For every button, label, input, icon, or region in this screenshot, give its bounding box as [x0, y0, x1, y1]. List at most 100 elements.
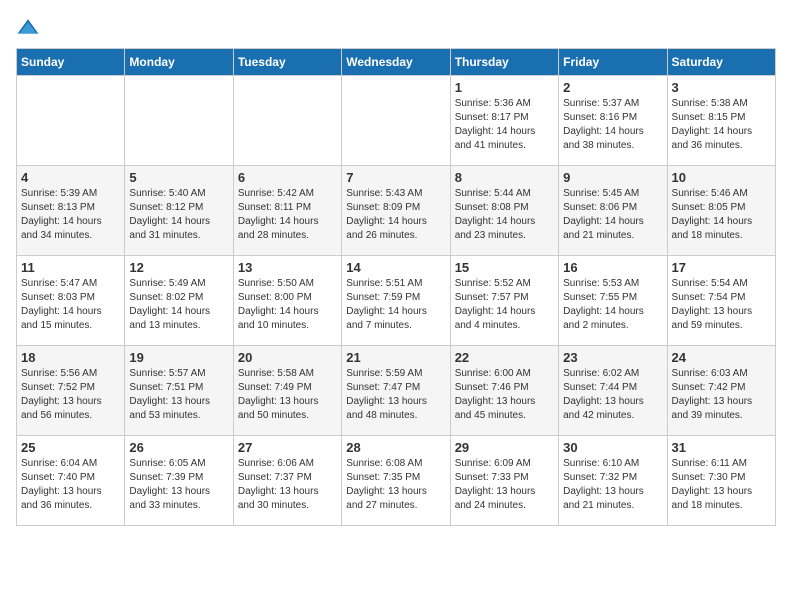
day-info: Sunrise: 6:06 AMSunset: 7:37 PMDaylight:… — [238, 457, 337, 513]
day-number: 17 — [672, 260, 771, 275]
day-info: Sunrise: 6:05 AMSunset: 7:39 PMDaylight:… — [129, 457, 228, 513]
day-number: 1 — [455, 80, 554, 95]
weekday-header-wednesday: Wednesday — [342, 49, 450, 76]
day-info: Sunrise: 5:50 AMSunset: 8:00 PMDaylight:… — [238, 277, 337, 333]
week-row-1: 1Sunrise: 5:36 AMSunset: 8:17 PMDaylight… — [17, 76, 776, 166]
day-cell: 29 Sunrise: 6:09 AMSunset: 7:33 PMDayligh… — [450, 436, 558, 526]
day-cell: 23Sunrise: 6:02 AMSunset: 7:44 PMDayligh… — [559, 346, 667, 436]
weekday-header-friday: Friday — [559, 49, 667, 76]
day-info: Sunrise: 5:44 AMSunset: 8:08 PMDaylight:… — [455, 187, 554, 243]
day-number: 14 — [346, 260, 445, 275]
day-info: Sunrise: 5:56 AMSunset: 7:52 PMDaylight:… — [21, 367, 120, 423]
day-number: 25 — [21, 440, 120, 455]
weekday-header-sunday: Sunday — [17, 49, 125, 76]
day-cell: 27 Sunrise: 6:06 AMSunset: 7:37 PMDayligh… — [233, 436, 341, 526]
day-number: 20 — [238, 350, 337, 365]
day-number: 30 — [563, 440, 662, 455]
day-cell — [233, 76, 341, 166]
day-info: Sunrise: 5:45 AMSunset: 8:06 PMDaylight:… — [563, 187, 662, 243]
day-info: Sunrise: 5:59 AMSunset: 7:47 PMDaylight:… — [346, 367, 445, 423]
day-number: 15 — [455, 260, 554, 275]
day-cell — [17, 76, 125, 166]
day-cell: 3 Sunrise: 5:38 AMSunset: 8:15 PMDaylight… — [667, 76, 775, 166]
day-info: Sunrise: 5:57 AMSunset: 7:51 PMDaylight:… — [129, 367, 228, 423]
day-cell: 28Sunrise: 6:08 AMSunset: 7:35 PMDayligh… — [342, 436, 450, 526]
weekday-header-tuesday: Tuesday — [233, 49, 341, 76]
calendar-header-row: SundayMondayTuesdayWednesdayThursdayFrid… — [17, 49, 776, 76]
day-cell: 4 Sunrise: 5:39 AMSunset: 8:13 PMDaylight… — [17, 166, 125, 256]
day-cell: 21 Sunrise: 5:59 AMSunset: 7:47 PMDayligh… — [342, 346, 450, 436]
day-cell: 19 Sunrise: 5:57 AMSunset: 7:51 PMDayligh… — [125, 346, 233, 436]
weekday-header-saturday: Saturday — [667, 49, 775, 76]
day-number: 10 — [672, 170, 771, 185]
day-cell: 1Sunrise: 5:36 AMSunset: 8:17 PMDaylight… — [450, 76, 558, 166]
day-cell: 15 Sunrise: 5:52 AMSunset: 7:57 PMDayligh… — [450, 256, 558, 346]
day-number: 19 — [129, 350, 228, 365]
week-row-2: 4 Sunrise: 5:39 AMSunset: 8:13 PMDaylight… — [17, 166, 776, 256]
day-info: Sunrise: 5:49 AMSunset: 8:02 PMDaylight:… — [129, 277, 228, 333]
day-cell — [125, 76, 233, 166]
day-cell: 22 Sunrise: 6:00 AMSunset: 7:46 PMDayligh… — [450, 346, 558, 436]
day-info: Sunrise: 5:42 AMSunset: 8:11 PMDaylight:… — [238, 187, 337, 243]
weekday-header-thursday: Thursday — [450, 49, 558, 76]
day-info: Sunrise: 5:58 AMSunset: 7:49 PMDaylight:… — [238, 367, 337, 423]
day-cell: 7 Sunrise: 5:43 AMSunset: 8:09 PMDaylight… — [342, 166, 450, 256]
day-cell: 13Sunrise: 5:50 AMSunset: 8:00 PMDayligh… — [233, 256, 341, 346]
day-cell: 25Sunrise: 6:04 AMSunset: 7:40 PMDayligh… — [17, 436, 125, 526]
day-info: Sunrise: 5:39 AMSunset: 8:13 PMDaylight:… — [21, 187, 120, 243]
day-number: 3 — [672, 80, 771, 95]
day-info: Sunrise: 6:00 AMSunset: 7:46 PMDaylight:… — [455, 367, 554, 423]
day-number: 7 — [346, 170, 445, 185]
day-cell: 31Sunrise: 6:11 AMSunset: 7:30 PMDayligh… — [667, 436, 775, 526]
day-cell: 18 Sunrise: 5:56 AMSunset: 7:52 PMDayligh… — [17, 346, 125, 436]
day-cell: 12 Sunrise: 5:49 AMSunset: 8:02 PMDayligh… — [125, 256, 233, 346]
logo-icon — [16, 16, 40, 40]
day-info: Sunrise: 6:10 AMSunset: 7:32 PMDaylight:… — [563, 457, 662, 513]
day-number: 21 — [346, 350, 445, 365]
day-number: 6 — [238, 170, 337, 185]
day-info: Sunrise: 5:43 AMSunset: 8:09 PMDaylight:… — [346, 187, 445, 243]
day-number: 26 — [129, 440, 228, 455]
day-cell — [342, 76, 450, 166]
day-info: Sunrise: 5:40 AMSunset: 8:12 PMDaylight:… — [129, 187, 228, 243]
day-number: 12 — [129, 260, 228, 275]
day-cell: 2Sunrise: 5:37 AMSunset: 8:16 PMDaylight… — [559, 76, 667, 166]
day-cell: 20 Sunrise: 5:58 AMSunset: 7:49 PMDayligh… — [233, 346, 341, 436]
day-number: 29 — [455, 440, 554, 455]
day-number: 18 — [21, 350, 120, 365]
day-info: Sunrise: 6:11 AMSunset: 7:30 PMDaylight:… — [672, 457, 771, 513]
day-cell: 16Sunrise: 5:53 AMSunset: 7:55 PMDayligh… — [559, 256, 667, 346]
day-info: Sunrise: 5:51 AMSunset: 7:59 PMDaylight:… — [346, 277, 445, 333]
day-number: 2 — [563, 80, 662, 95]
day-info: Sunrise: 5:52 AMSunset: 7:57 PMDaylight:… — [455, 277, 554, 333]
week-row-5: 25Sunrise: 6:04 AMSunset: 7:40 PMDayligh… — [17, 436, 776, 526]
logo — [16, 16, 44, 40]
day-info: Sunrise: 5:54 AMSunset: 7:54 PMDaylight:… — [672, 277, 771, 333]
day-cell: 17 Sunrise: 5:54 AMSunset: 7:54 PMDayligh… — [667, 256, 775, 346]
day-info: Sunrise: 6:09 AMSunset: 7:33 PMDaylight:… — [455, 457, 554, 513]
day-info: Sunrise: 6:03 AMSunset: 7:42 PMDaylight:… — [672, 367, 771, 423]
day-cell: 8 Sunrise: 5:44 AMSunset: 8:08 PMDaylight… — [450, 166, 558, 256]
day-number: 5 — [129, 170, 228, 185]
day-cell: 5 Sunrise: 5:40 AMSunset: 8:12 PMDaylight… — [125, 166, 233, 256]
day-cell: 30 Sunrise: 6:10 AMSunset: 7:32 PMDayligh… — [559, 436, 667, 526]
day-number: 4 — [21, 170, 120, 185]
day-info: Sunrise: 5:46 AMSunset: 8:05 PMDaylight:… — [672, 187, 771, 243]
day-number: 28 — [346, 440, 445, 455]
day-cell: 9Sunrise: 5:45 AMSunset: 8:06 PMDaylight… — [559, 166, 667, 256]
day-number: 8 — [455, 170, 554, 185]
week-row-3: 11 Sunrise: 5:47 AMSunset: 8:03 PMDayligh… — [17, 256, 776, 346]
day-info: Sunrise: 6:02 AMSunset: 7:44 PMDaylight:… — [563, 367, 662, 423]
day-info: Sunrise: 5:47 AMSunset: 8:03 PMDaylight:… — [21, 277, 120, 333]
day-cell: 24Sunrise: 6:03 AMSunset: 7:42 PMDayligh… — [667, 346, 775, 436]
day-number: 27 — [238, 440, 337, 455]
day-cell: 26 Sunrise: 6:05 AMSunset: 7:39 PMDayligh… — [125, 436, 233, 526]
calendar-table: SundayMondayTuesdayWednesdayThursdayFrid… — [16, 48, 776, 526]
page-header — [16, 16, 776, 40]
day-number: 11 — [21, 260, 120, 275]
day-cell: 6 Sunrise: 5:42 AMSunset: 8:11 PMDaylight… — [233, 166, 341, 256]
week-row-4: 18 Sunrise: 5:56 AMSunset: 7:52 PMDayligh… — [17, 346, 776, 436]
day-number: 22 — [455, 350, 554, 365]
day-cell: 14 Sunrise: 5:51 AMSunset: 7:59 PMDayligh… — [342, 256, 450, 346]
day-info: Sunrise: 5:38 AMSunset: 8:15 PMDaylight:… — [672, 97, 771, 153]
